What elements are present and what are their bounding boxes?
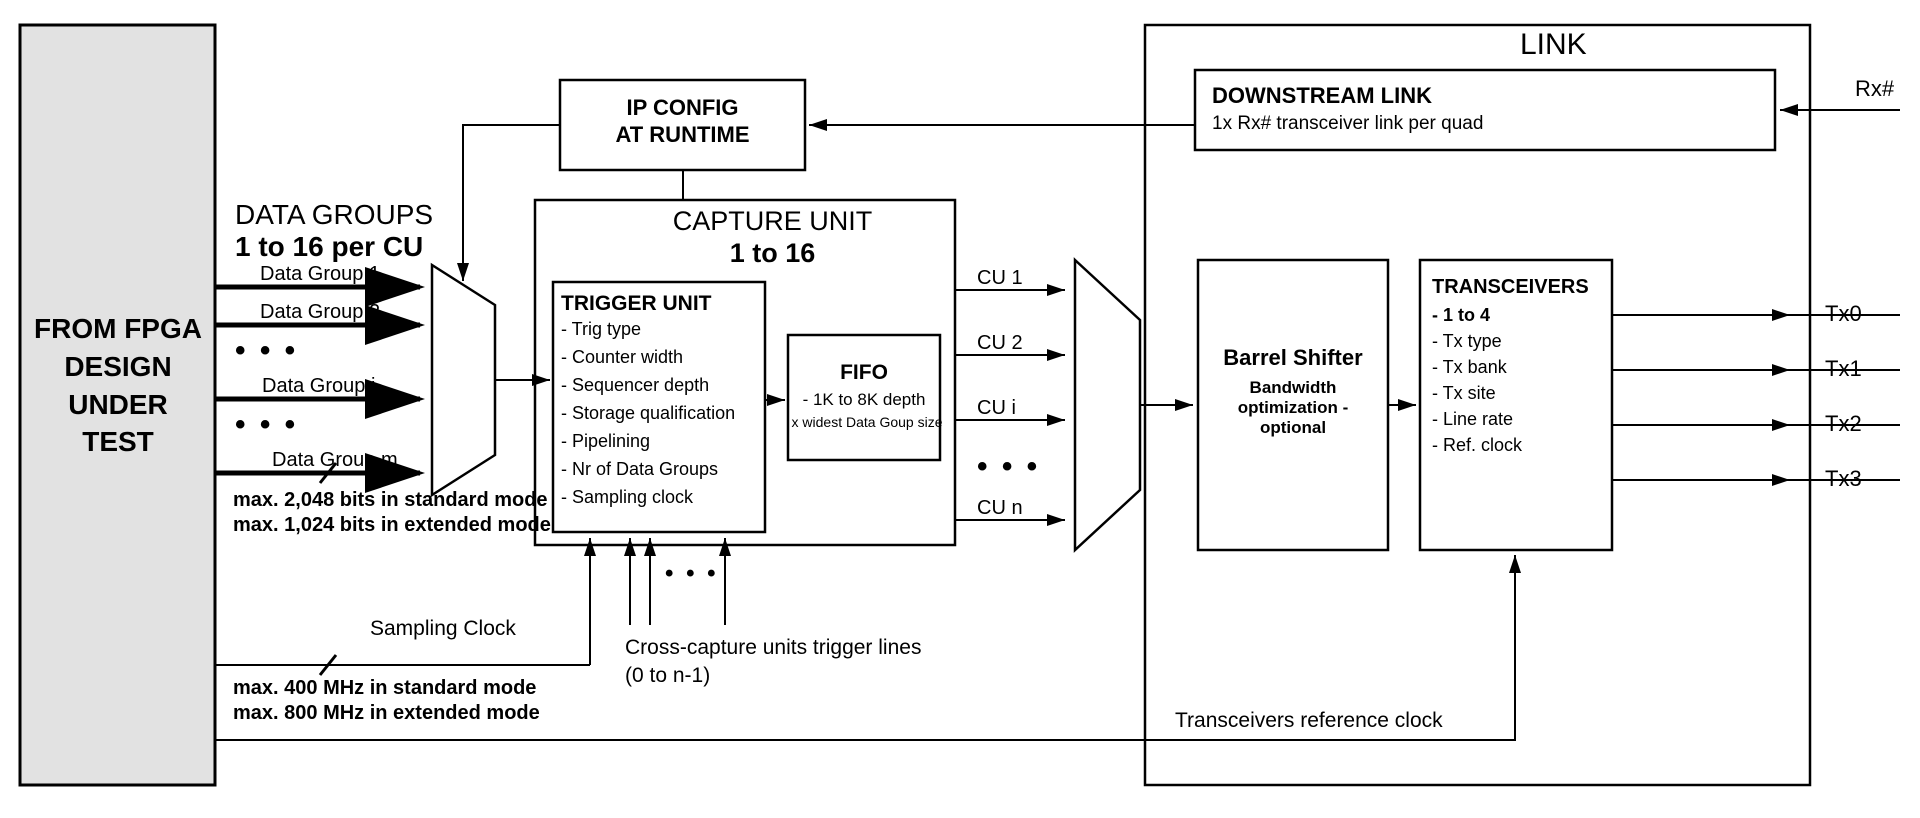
trx-title: TRANSCEIVERS — [1432, 275, 1589, 299]
trx-b0: - 1 to 4 — [1432, 305, 1490, 325]
trx-b2: - Tx bank — [1432, 357, 1507, 379]
ip-config-line1: IP CONFIG — [560, 95, 805, 121]
crosstrig-ellipsis: • • • — [665, 560, 719, 589]
dg-note-1: max. 2,048 bits in standard mode — [233, 488, 548, 512]
fifo-line1: - 1K to 8K depth — [788, 390, 940, 410]
trx-b1: - Tx type — [1432, 331, 1502, 353]
cu1-label: CU 1 — [977, 266, 1023, 290]
tx2-label: Tx2 — [1825, 411, 1862, 437]
dg-ellipsis-1: • • • — [235, 333, 298, 369]
data-groups-title-1: DATA GROUPS — [235, 198, 433, 232]
trx-b5: - Ref. clock — [1432, 435, 1522, 457]
cross-capture-line2: (0 to n-1) — [625, 663, 710, 688]
sampling-clock-label: Sampling Clock — [370, 616, 516, 641]
cu-ellipsis: • • • — [977, 449, 1040, 485]
downstream-subtitle: 1x Rx# transceiver link per quad — [1212, 113, 1483, 136]
dg-note-2: max. 1,024 bits in extended mode — [233, 513, 551, 537]
tu-b6: - Sampling clock — [561, 487, 693, 509]
rx-label: Rx# — [1855, 76, 1894, 102]
link-title: LINK — [1520, 27, 1587, 63]
cross-capture-line1: Cross-capture units trigger lines — [625, 635, 921, 660]
freq-line2: max. 800 MHz in extended mode — [233, 701, 540, 725]
transceivers-box — [1420, 260, 1612, 550]
tu-b0: - Trig type — [561, 319, 641, 341]
tu-b5: - Nr of Data Groups — [561, 459, 718, 481]
fifo-title: FIFO — [788, 360, 940, 385]
cui-label: CU i — [977, 396, 1016, 420]
tx3-label: Tx3 — [1825, 466, 1862, 492]
dg-ellipsis-2: • • • — [235, 407, 298, 443]
tu-b3: - Storage qualification — [561, 403, 735, 425]
capture-unit-title-1: CAPTURE UNIT — [595, 205, 950, 237]
dg2-label: Data Group 2 — [260, 300, 380, 324]
barrel-title: Barrel Shifter — [1198, 345, 1388, 371]
data-groups-title-2: 1 to 16 per CU — [235, 230, 423, 264]
dgm-label: Data Group m — [272, 448, 398, 472]
output-mux — [1075, 260, 1140, 550]
barrel-sub2: optimization - — [1198, 398, 1388, 418]
tu-b2: - Sequencer depth — [561, 375, 709, 397]
cun-label: CU n — [977, 496, 1023, 520]
trigger-unit-title: TRIGGER UNIT — [561, 291, 712, 316]
capture-unit-title-2: 1 to 16 — [595, 237, 950, 269]
fpga-title: FROM FPGA DESIGN UNDER TEST — [32, 310, 204, 461]
trx-b4: - Line rate — [1432, 409, 1513, 431]
dgj-label: Data Group j — [262, 374, 375, 398]
input-mux — [432, 265, 495, 495]
ip-config-line2: AT RUNTIME — [560, 122, 805, 148]
tx1-label: Tx1 — [1825, 356, 1862, 382]
tu-b4: - Pipelining — [561, 431, 650, 453]
trx-b3: - Tx site — [1432, 383, 1496, 405]
tx0-label: Tx0 — [1825, 301, 1862, 327]
cu2-label: CU 2 — [977, 331, 1023, 355]
barrel-sub3: optional — [1198, 418, 1388, 438]
downstream-link-box — [1195, 70, 1775, 150]
freq-line1: max. 400 MHz in standard mode — [233, 676, 536, 700]
barrel-sub1: Bandwidth — [1198, 378, 1388, 398]
dg1-label: Data Group 1 — [260, 262, 380, 286]
fifo-line2: x widest Data Goup size — [788, 414, 946, 431]
downstream-title: DOWNSTREAM LINK — [1212, 83, 1432, 109]
refclock-label: Transceivers reference clock — [1175, 708, 1443, 733]
tu-b1: - Counter width — [561, 347, 683, 369]
